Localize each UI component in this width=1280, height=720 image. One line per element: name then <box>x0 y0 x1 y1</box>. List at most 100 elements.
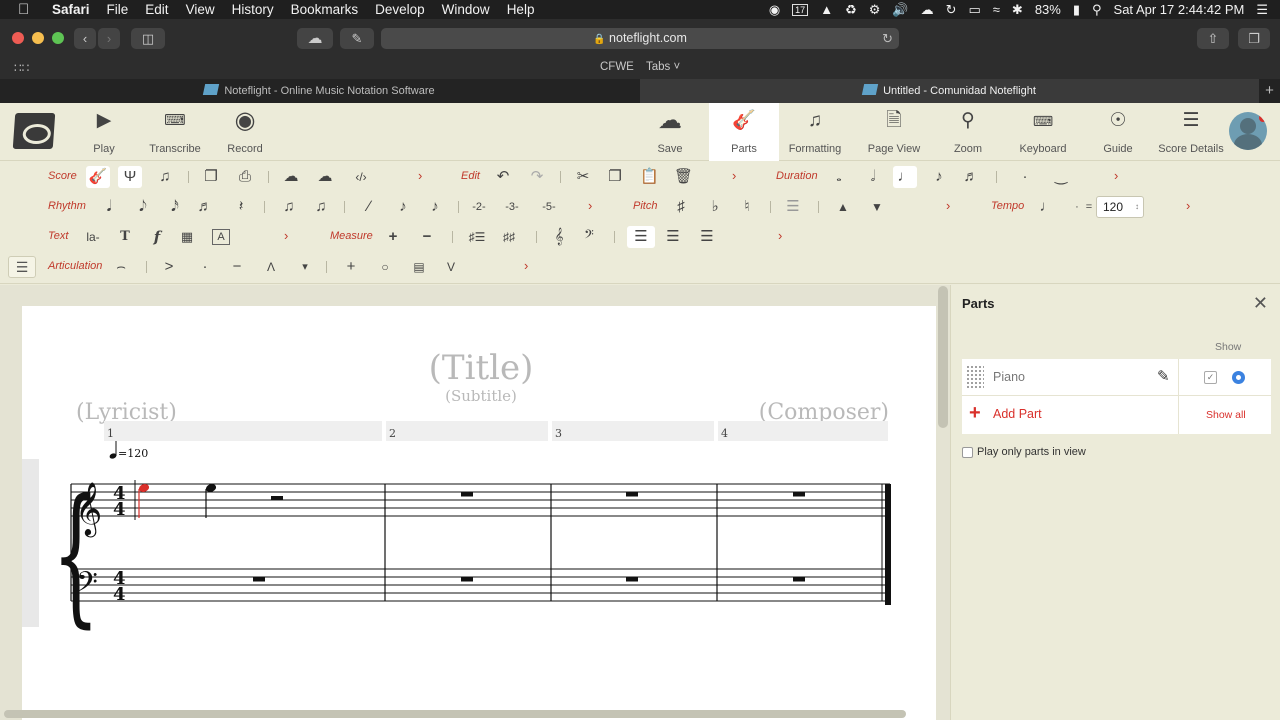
rhythm-rest-icon[interactable]: 𝄽 <box>232 196 250 218</box>
close-window-icon[interactable] <box>12 32 24 44</box>
bass-time-signature[interactable]: 44 <box>113 568 126 605</box>
dynamic-button[interactable]: f <box>148 226 166 248</box>
time-signature-icon[interactable]: ♯♯ <box>500 226 518 248</box>
part-solo-radio[interactable] <box>1232 371 1245 384</box>
up-bow-icon[interactable]: V <box>442 256 460 278</box>
stepper-icon[interactable]: ↕ <box>1135 197 1139 217</box>
menu-edit[interactable]: Edit <box>145 2 168 17</box>
open-icon[interactable]: ○ <box>376 256 394 278</box>
menu-window[interactable]: Window <box>442 2 490 17</box>
cloud-status-icon[interactable]: ☁ <box>921 2 934 18</box>
noteflight-logo[interactable] <box>12 113 56 149</box>
control-center-icon[interactable]: ☰ <box>1256 2 1268 18</box>
flat-icon[interactable]: ♭ <box>706 196 724 218</box>
rhythm-slash-icon[interactable]: 𝅘𝅥 <box>100 196 118 218</box>
battery-icon[interactable]: ▮ <box>1073 2 1080 18</box>
whole-note-icon[interactable]: 𝅝 <box>830 166 848 188</box>
menu-develop[interactable]: Develop <box>375 2 425 17</box>
measure-more-arrow-icon[interactable]: › <box>778 228 782 243</box>
icloud-tabs-icon[interactable]: ☁ <box>297 28 333 49</box>
menu-help[interactable]: Help <box>507 2 535 17</box>
pencil-icon[interactable]: ✎ <box>1157 367 1170 385</box>
sharp-icon[interactable]: ♯ <box>672 196 690 218</box>
treble-clef[interactable]: 𝄞 <box>75 481 102 537</box>
parts-button[interactable]: 🎸 Parts <box>709 103 779 161</box>
key-signature-icon[interactable]: ♯☰ <box>468 226 486 248</box>
treble-staff[interactable] <box>71 483 890 517</box>
cloud-download-icon[interactable]: ☁ <box>316 166 334 188</box>
whole-rest[interactable] <box>461 492 473 497</box>
wifi-icon[interactable]: ≈ <box>993 2 1000 17</box>
bass-clef[interactable]: 𝄢 <box>76 566 98 606</box>
play-only-parts-in-view-option[interactable]: Play only parts in view <box>962 446 1086 458</box>
reload-icon[interactable]: ↻ <box>882 28 893 49</box>
fermata-icon[interactable]: ▤ <box>410 256 428 278</box>
add-measure-icon[interactable]: + <box>384 226 402 248</box>
minimize-window-icon[interactable] <box>32 32 44 44</box>
slur-icon[interactable]: ⌢ <box>112 256 130 278</box>
whole-rest[interactable] <box>626 577 638 582</box>
close-icon[interactable]: ✕ <box>1253 293 1268 314</box>
quarter-note-icon[interactable]: ♩ <box>893 166 917 188</box>
rehearsal-mark-icon[interactable]: A <box>212 229 230 245</box>
tempo-marking[interactable]: =120 <box>109 441 148 460</box>
rhythm-4-icon[interactable]: ♬ <box>196 196 214 218</box>
plus-icon[interactable]: + <box>969 403 981 423</box>
tempo-more-arrow-icon[interactable]: › <box>1186 198 1190 213</box>
grace-note-2-icon[interactable]: ♪ <box>426 196 444 218</box>
volume-icon[interactable]: 🔊 <box>892 2 908 18</box>
tenuto-icon[interactable]: − <box>228 256 246 278</box>
vertical-scrollbar[interactable] <box>938 286 948 428</box>
whole-rest[interactable] <box>793 492 805 497</box>
articulation-more-arrow-icon[interactable]: › <box>524 258 528 273</box>
part-name[interactable]: Piano <box>993 370 1025 384</box>
sync-icon[interactable]: ♻ <box>845 2 857 18</box>
share-icon[interactable]: ⇧ <box>1197 28 1229 49</box>
pitch-more-arrow-icon[interactable]: › <box>946 198 950 213</box>
palette-menu-button[interactable]: ☰ <box>8 256 36 278</box>
record-status-icon[interactable]: ◉ <box>769 2 780 18</box>
menu-history[interactable]: History <box>232 2 274 17</box>
part-row[interactable]: Piano ✎ ✓ <box>962 359 1271 396</box>
tuning-fork-icon[interactable]: Ψ <box>118 166 142 188</box>
barline-single-icon[interactable]: ☰ <box>627 226 655 248</box>
tie-icon[interactable]: ‿ <box>1052 166 1070 188</box>
dot-icon[interactable]: · <box>1016 166 1034 188</box>
bass-clef-icon[interactable]: 𝄢 <box>580 226 598 248</box>
transcribe-button[interactable]: ⌨ Transcribe <box>144 103 206 161</box>
annotate-icon[interactable]: ✎ <box>340 28 374 49</box>
sixteenth-note-icon[interactable]: ♬ <box>962 166 980 188</box>
paste-icon[interactable]: 📋 <box>640 166 659 188</box>
record-button[interactable]: ◉ Record <box>222 103 268 161</box>
copy-icon[interactable]: ❐ <box>606 166 624 188</box>
tempo-note-icon[interactable]: ♩ <box>1038 196 1056 218</box>
rhythm-3-icon[interactable]: 𝅘𝅥𝅯 <box>166 196 184 218</box>
whole-rest[interactable] <box>793 577 805 582</box>
treble-clef-icon[interactable]: 𝄞 <box>550 226 568 248</box>
tab-untitled[interactable]: Untitled - Comunidad Noteflight <box>640 79 1259 103</box>
menu-bookmarks[interactable]: Bookmarks <box>291 2 359 17</box>
grid-icon[interactable]: ∷∷ <box>14 61 29 75</box>
keyboard-button[interactable]: ⌨ Keyboard <box>1016 103 1070 161</box>
tempo-input[interactable]: 120 ↕ <box>1096 196 1144 218</box>
address-bar[interactable]: 🔒 noteflight.com ↻ <box>381 28 899 49</box>
menu-view[interactable]: View <box>186 2 215 17</box>
barline-final-icon[interactable]: ☰ <box>698 226 716 248</box>
whole-rest[interactable] <box>253 577 265 582</box>
copy-pages-icon[interactable]: ❐ <box>202 166 220 188</box>
upload-status-icon[interactable]: ▲ <box>820 2 833 17</box>
print-icon[interactable]: ⎙ <box>236 166 254 188</box>
menu-safari[interactable]: Safari <box>52 2 90 17</box>
lyric-button[interactable]: la- <box>84 226 102 248</box>
settings-status-icon[interactable]: ⚙ <box>869 2 881 18</box>
tabs-overview-icon[interactable]: ❐ <box>1238 28 1270 49</box>
score-subtitle[interactable]: (Subtitle) <box>445 387 517 405</box>
spotlight-icon[interactable]: ⚲ <box>1092 2 1102 18</box>
barline-double-icon[interactable]: ☰ <box>664 226 682 248</box>
drag-handle-icon[interactable] <box>966 365 984 390</box>
part-visible-checkbox[interactable]: ✓ <box>1204 371 1217 384</box>
score-more-arrow-icon[interactable]: › <box>418 168 422 183</box>
cut-icon[interactable]: ✂ <box>574 166 592 188</box>
embed-code-icon[interactable]: ‹/› <box>352 166 370 188</box>
remove-measure-icon[interactable]: − <box>418 226 436 248</box>
